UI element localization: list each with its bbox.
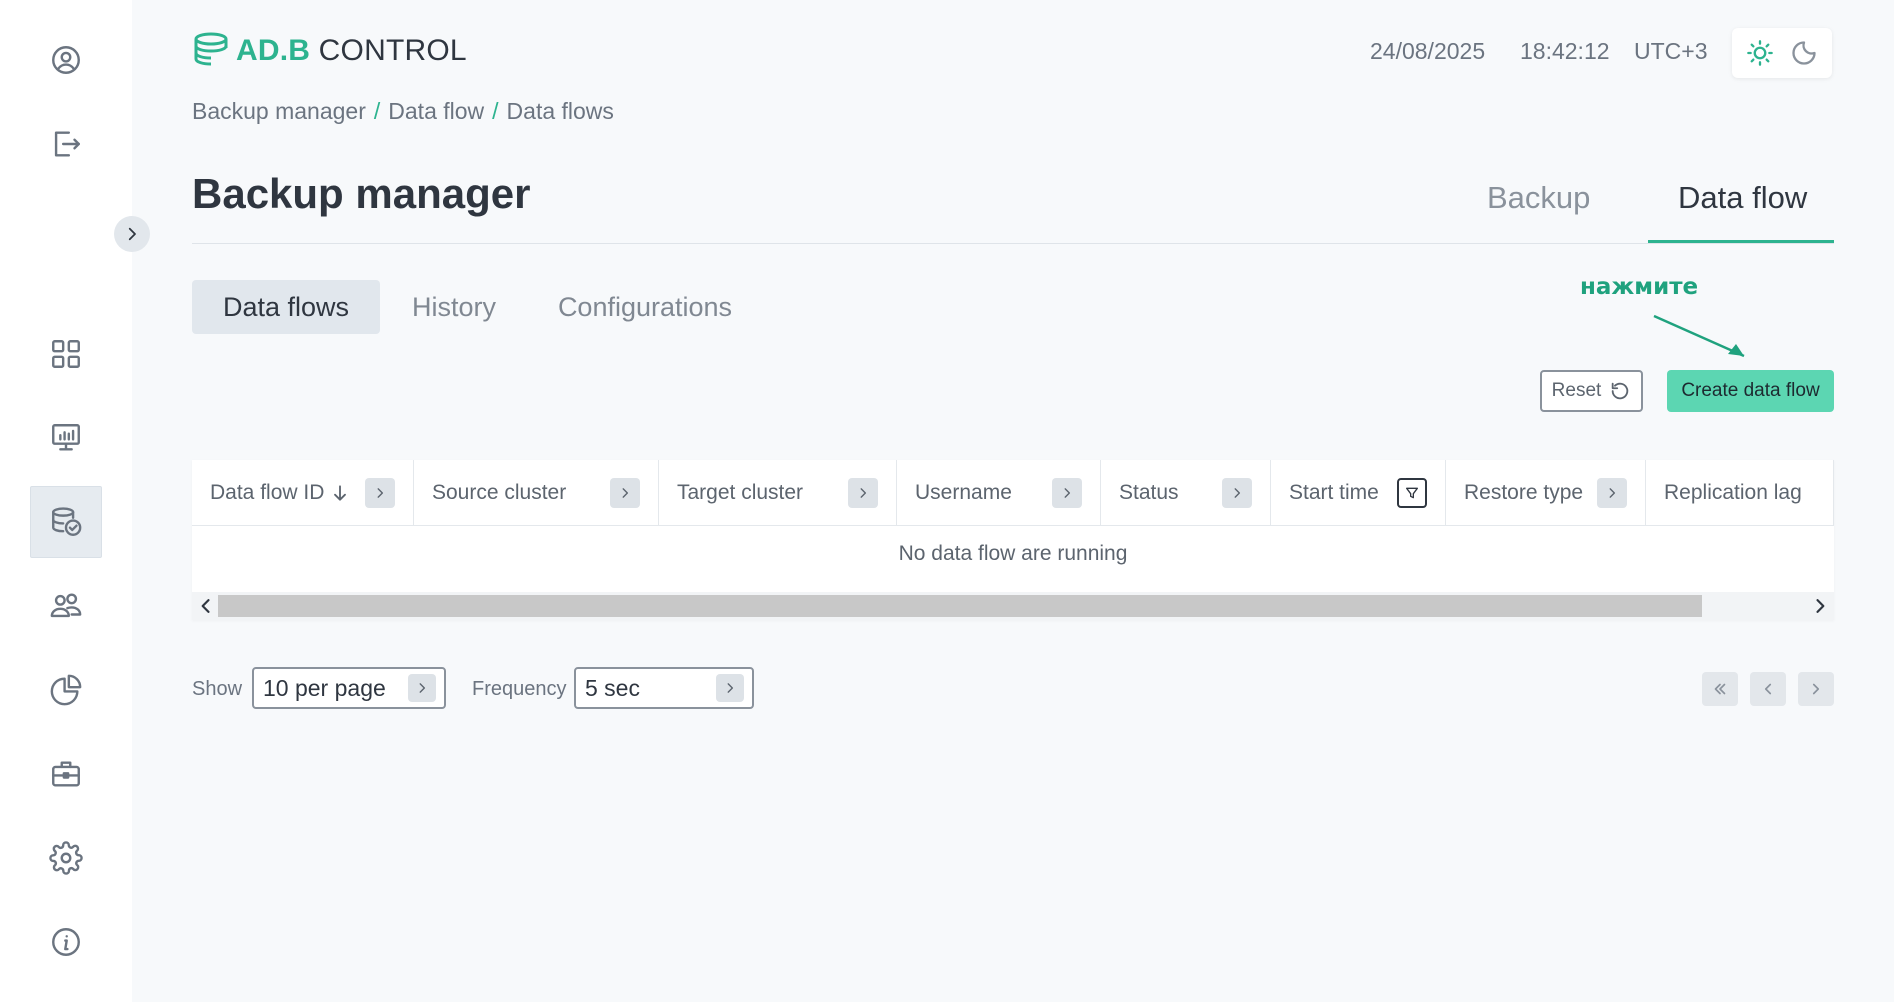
logo-text: AD.B CONTROL — [236, 34, 467, 67]
column-header-start-time[interactable]: Start time — [1271, 460, 1446, 526]
page-size-select[interactable]: 10 per page — [252, 667, 446, 709]
briefcase-icon — [52, 761, 80, 787]
column-filter-button[interactable] — [1397, 478, 1427, 508]
logout-icon — [54, 131, 80, 157]
next-page-button[interactable] — [1798, 672, 1834, 706]
chevron-right-icon — [419, 683, 426, 693]
chevron-right-icon — [1609, 488, 1616, 498]
header-time: 18:42:12 — [1520, 38, 1610, 64]
column-expand-button[interactable] — [1052, 478, 1082, 508]
user-profile-button[interactable] — [30, 24, 102, 96]
sidebar-item-tools[interactable] — [30, 738, 102, 810]
chevron-left-icon — [201, 599, 210, 613]
column-header-data-flow-id[interactable]: Data flow ID — [192, 460, 414, 526]
sidebar-item-backup-manager[interactable] — [30, 486, 102, 558]
table-empty-message: No data flow are running — [898, 542, 1128, 565]
scroll-right-button[interactable] — [1810, 596, 1830, 616]
sidebar-item-users[interactable] — [30, 570, 102, 642]
tab-data-flow[interactable]: Data flow — [1678, 180, 1807, 216]
column-header-target-cluster[interactable]: Target cluster — [659, 460, 897, 526]
pie-chart-icon — [50, 674, 82, 706]
page-size-value: 10 per page — [263, 674, 386, 701]
column-header-source-cluster[interactable]: Source cluster — [414, 460, 659, 526]
column-header-username[interactable]: Username — [897, 460, 1101, 526]
scrollbar-thumb[interactable] — [218, 595, 1702, 617]
database-backup-icon — [52, 507, 82, 536]
refresh-icon — [1612, 382, 1629, 400]
column-header-replication-lag[interactable]: Replication lag — [1646, 460, 1834, 526]
chevron-right-icon — [727, 683, 734, 693]
subtab-configurations[interactable]: Configurations — [540, 280, 750, 334]
chevron-right-icon — [1064, 488, 1071, 498]
theme-switcher — [1732, 28, 1832, 78]
info-icon — [52, 928, 80, 956]
subtab-history[interactable]: History — [392, 280, 516, 334]
dashboard-grid-icon — [52, 340, 80, 368]
sidebar-item-about[interactable] — [30, 906, 102, 978]
column-expand-button[interactable] — [610, 478, 640, 508]
monitoring-icon — [52, 424, 80, 451]
first-page-button[interactable] — [1702, 672, 1738, 706]
sun-icon[interactable] — [1746, 39, 1774, 67]
chevron-right-icon — [1234, 488, 1241, 498]
horizontal-scrollbar[interactable] — [192, 592, 1834, 620]
chevron-right-icon — [622, 488, 629, 498]
breadcrumb-separator: / — [373, 98, 381, 124]
chevron-right-icon — [1816, 599, 1825, 613]
breadcrumb: Backup manager / Data flow / Data flows — [192, 98, 614, 125]
users-icon — [50, 593, 82, 618]
sidebar-expand-button[interactable] — [114, 216, 150, 252]
create-data-flow-button[interactable]: Create data flow — [1667, 370, 1834, 412]
page-title: Backup manager — [192, 170, 531, 217]
breadcrumb-item: Data flows — [506, 98, 614, 124]
frequency-value: 5 sec — [585, 674, 640, 701]
chevron-left-icon — [1764, 683, 1772, 695]
annotation-arrow-icon — [1653, 314, 1745, 358]
column-expand-button[interactable] — [365, 478, 395, 508]
sidebar-item-monitoring[interactable] — [30, 402, 102, 474]
subtab-data-flows[interactable]: Data flows — [192, 280, 380, 334]
sidebar-item-reports[interactable] — [30, 654, 102, 726]
header-date: 24/08/2025 — [1370, 38, 1486, 64]
app-logo[interactable]: AD.B CONTROL — [192, 30, 467, 72]
select-toggle — [716, 674, 744, 702]
frequency-select[interactable]: 5 sec — [574, 667, 754, 709]
gear-icon — [49, 841, 83, 875]
column-expand-button[interactable] — [1222, 478, 1252, 508]
frequency-label: Frequency — [472, 678, 567, 700]
breadcrumb-separator: / — [492, 98, 499, 124]
column-expand-button[interactable] — [848, 478, 878, 508]
table-header: Data flow ID Source cluster Target clust… — [192, 460, 1834, 526]
prev-page-button[interactable] — [1750, 672, 1786, 706]
chevron-right-icon — [860, 488, 867, 498]
chevron-right-icon — [377, 488, 384, 498]
chevron-right-icon — [128, 227, 136, 241]
breadcrumb-item[interactable]: Data flow — [388, 98, 484, 125]
header-timezone: UTC+3 — [1634, 38, 1708, 64]
sidebar — [0, 0, 150, 1002]
sidebar-item-dashboard[interactable] — [30, 318, 102, 390]
scroll-left-button[interactable] — [196, 596, 216, 616]
tab-backup[interactable]: Backup — [1487, 180, 1590, 216]
show-label: Show — [192, 678, 243, 700]
sort-desc-icon[interactable] — [330, 483, 350, 503]
user-circle-icon — [52, 46, 80, 74]
filter-icon — [1406, 487, 1418, 499]
breadcrumb-item[interactable]: Backup manager — [192, 98, 366, 125]
logout-button[interactable] — [30, 108, 102, 180]
reset-button[interactable]: Reset — [1540, 370, 1643, 412]
column-expand-button[interactable] — [1597, 478, 1627, 508]
annotation-label: нажмите — [1580, 274, 1699, 300]
divider — [192, 243, 1834, 244]
column-header-status[interactable]: Status — [1101, 460, 1271, 526]
sidebar-item-settings[interactable] — [30, 822, 102, 894]
column-header-restore-type[interactable]: Restore type — [1446, 460, 1646, 526]
chevron-right-icon — [1812, 683, 1820, 695]
double-chevron-left-icon — [1714, 683, 1726, 695]
reset-button-label: Reset — [1551, 380, 1602, 401]
database-logo-icon — [194, 32, 228, 66]
select-toggle — [408, 674, 436, 702]
moon-icon[interactable] — [1790, 39, 1818, 67]
